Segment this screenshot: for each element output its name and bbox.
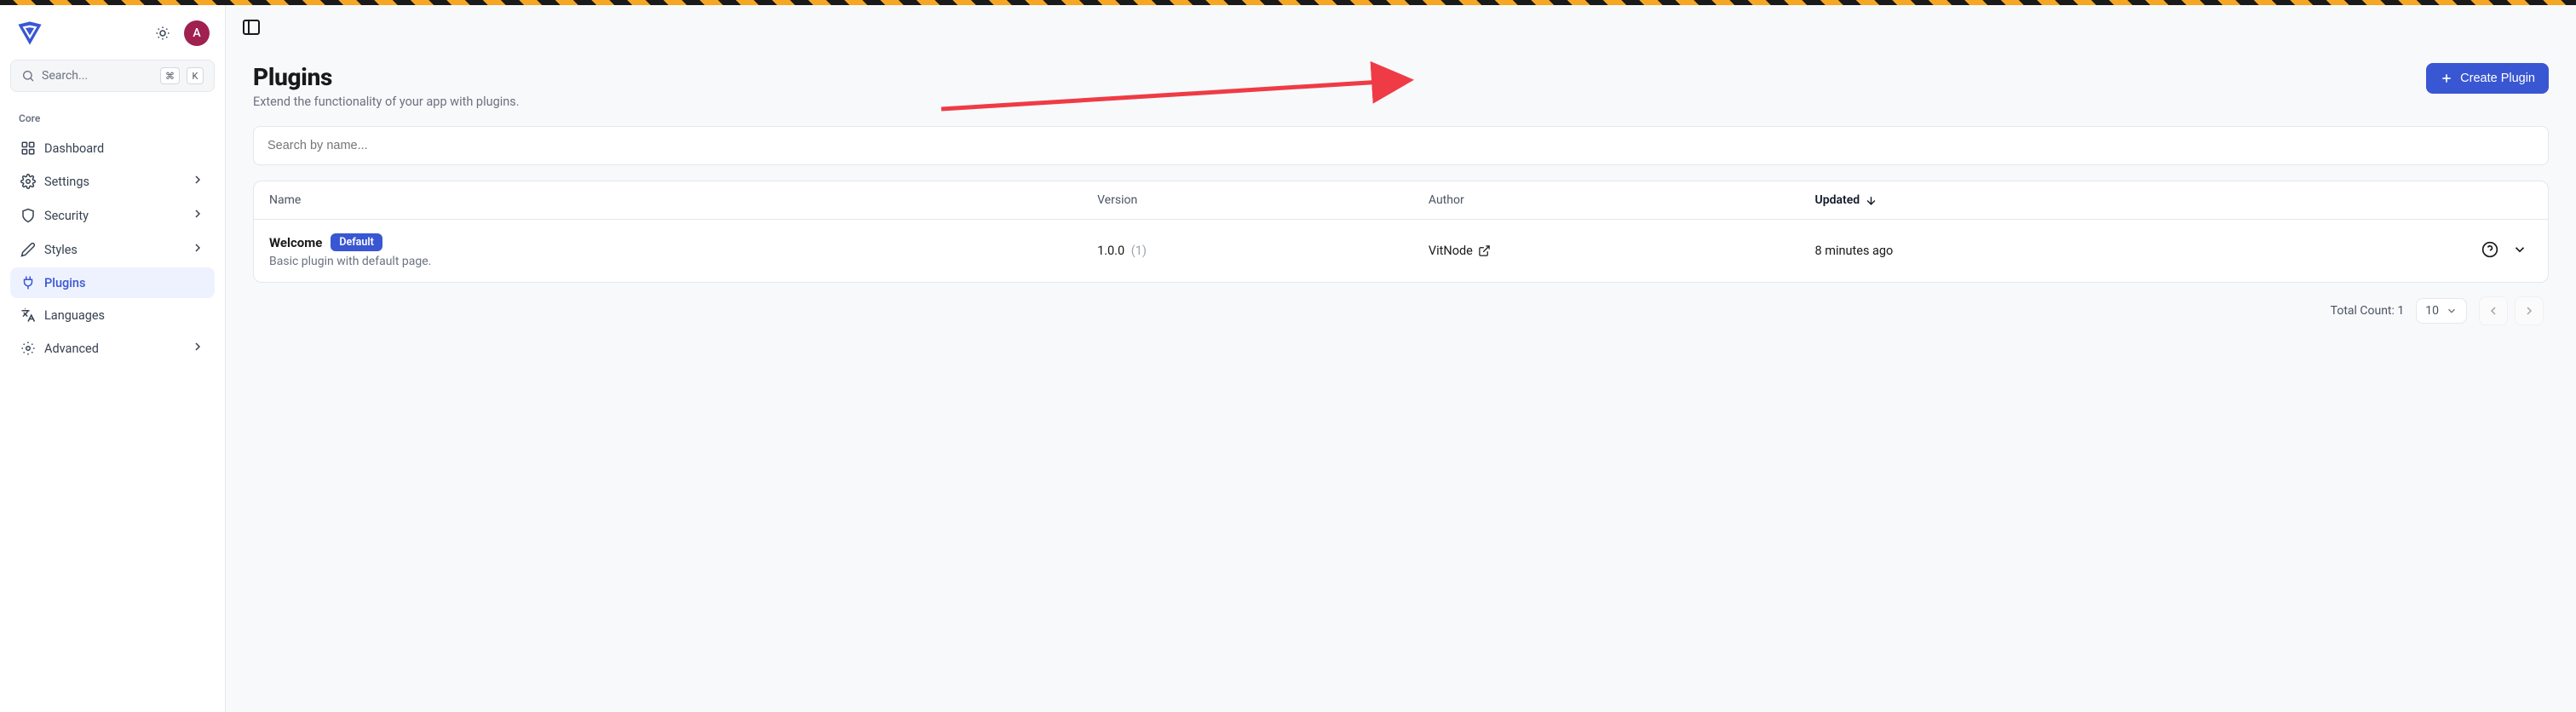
col-author[interactable]: Author <box>1429 193 1815 207</box>
sidebar-item-plugins[interactable]: Plugins <box>10 267 215 298</box>
next-page-button[interactable] <box>2515 296 2544 325</box>
gear-icon <box>20 341 36 356</box>
page-subtitle: Extend the functionality of your app wit… <box>253 95 520 109</box>
plugin-desc: Basic plugin with default page. <box>269 255 1097 268</box>
sidebar-item-advanced[interactable]: Advanced <box>10 332 215 365</box>
sun-icon <box>155 26 170 41</box>
theme-toggle-button[interactable] <box>150 20 175 46</box>
languages-icon <box>20 307 36 323</box>
panel-toggle-icon[interactable] <box>241 17 262 37</box>
sidebar-item-settings[interactable]: Settings <box>10 165 215 198</box>
sidebar-item-languages[interactable]: Languages <box>10 300 215 330</box>
main: Plugins Extend the functionality of your… <box>226 5 2576 712</box>
plugin-version: 1.0.0 (1) <box>1097 244 1429 258</box>
arrow-down-icon <box>1865 194 1877 207</box>
sidebar: A Search... ⌘ K Core Dashboard Settings <box>0 5 226 712</box>
chevron-down-icon <box>2446 305 2458 317</box>
kbd-k: K <box>187 67 204 84</box>
avatar[interactable]: A <box>184 20 210 46</box>
help-circle-icon <box>2481 241 2498 258</box>
chevron-right-icon <box>191 173 204 190</box>
col-updated[interactable]: Updated <box>1815 193 2257 207</box>
prev-page-button[interactable] <box>2479 296 2508 325</box>
sidebar-item-label: Styles <box>44 243 182 257</box>
chevron-right-icon <box>2522 304 2536 318</box>
plugins-table: Name Version Author Updated Welcome Defa… <box>253 181 2549 283</box>
expand-row-button[interactable] <box>2512 242 2527 261</box>
plugin-name: Welcome <box>269 235 322 250</box>
kbd-cmd: ⌘ <box>160 67 180 84</box>
chevron-left-icon <box>2487 304 2500 318</box>
search-icon <box>21 69 35 83</box>
logo[interactable] <box>15 19 44 48</box>
create-plugin-button[interactable]: Create Plugin <box>2426 63 2549 94</box>
default-badge: Default <box>331 233 382 251</box>
grid-icon <box>20 141 36 156</box>
gear-icon <box>20 174 36 189</box>
chevron-down-icon <box>2512 242 2527 257</box>
plugin-updated: 8 minutes ago <box>1815 244 2257 258</box>
sidebar-item-security[interactable]: Security <box>10 199 215 232</box>
logo-icon <box>15 19 44 48</box>
chevron-right-icon <box>191 340 204 357</box>
pencil-icon <box>20 242 36 257</box>
search-input[interactable] <box>254 129 2548 163</box>
create-plugin-label: Create Plugin <box>2460 72 2535 85</box>
sidebar-item-label: Dashboard <box>44 141 204 156</box>
sidebar-item-label: Plugins <box>44 276 204 290</box>
page-size-select[interactable]: 10 <box>2416 298 2467 324</box>
shield-icon <box>20 208 36 223</box>
col-name[interactable]: Name <box>269 193 1097 207</box>
search-launcher[interactable]: Search... ⌘ K <box>10 60 215 92</box>
plug-icon <box>20 275 36 290</box>
sidebar-item-label: Advanced <box>44 342 182 356</box>
nav-section-label: Core <box>10 107 215 129</box>
table-row: Welcome Default Basic plugin with defaul… <box>254 220 2548 282</box>
external-link-icon <box>1478 244 1491 257</box>
page-title: Plugins <box>253 63 520 91</box>
total-count: Total Count: 1 <box>2331 304 2405 318</box>
table-footer: Total Count: 1 10 <box>253 283 2549 339</box>
plugin-author-link[interactable]: VitNode <box>1429 244 1491 258</box>
sidebar-item-label: Languages <box>44 308 204 323</box>
col-version[interactable]: Version <box>1097 193 1429 207</box>
plus-icon <box>2440 72 2453 85</box>
help-button[interactable] <box>2481 241 2498 261</box>
chevron-right-icon <box>191 241 204 258</box>
search-placeholder: Search... <box>42 69 153 83</box>
sidebar-item-label: Security <box>44 209 182 223</box>
sidebar-item-label: Settings <box>44 175 182 189</box>
avatar-letter: A <box>193 26 200 40</box>
search-input-container <box>253 126 2549 165</box>
sidebar-item-dashboard[interactable]: Dashboard <box>10 133 215 164</box>
chevron-right-icon <box>191 207 204 224</box>
sidebar-item-styles[interactable]: Styles <box>10 233 215 266</box>
